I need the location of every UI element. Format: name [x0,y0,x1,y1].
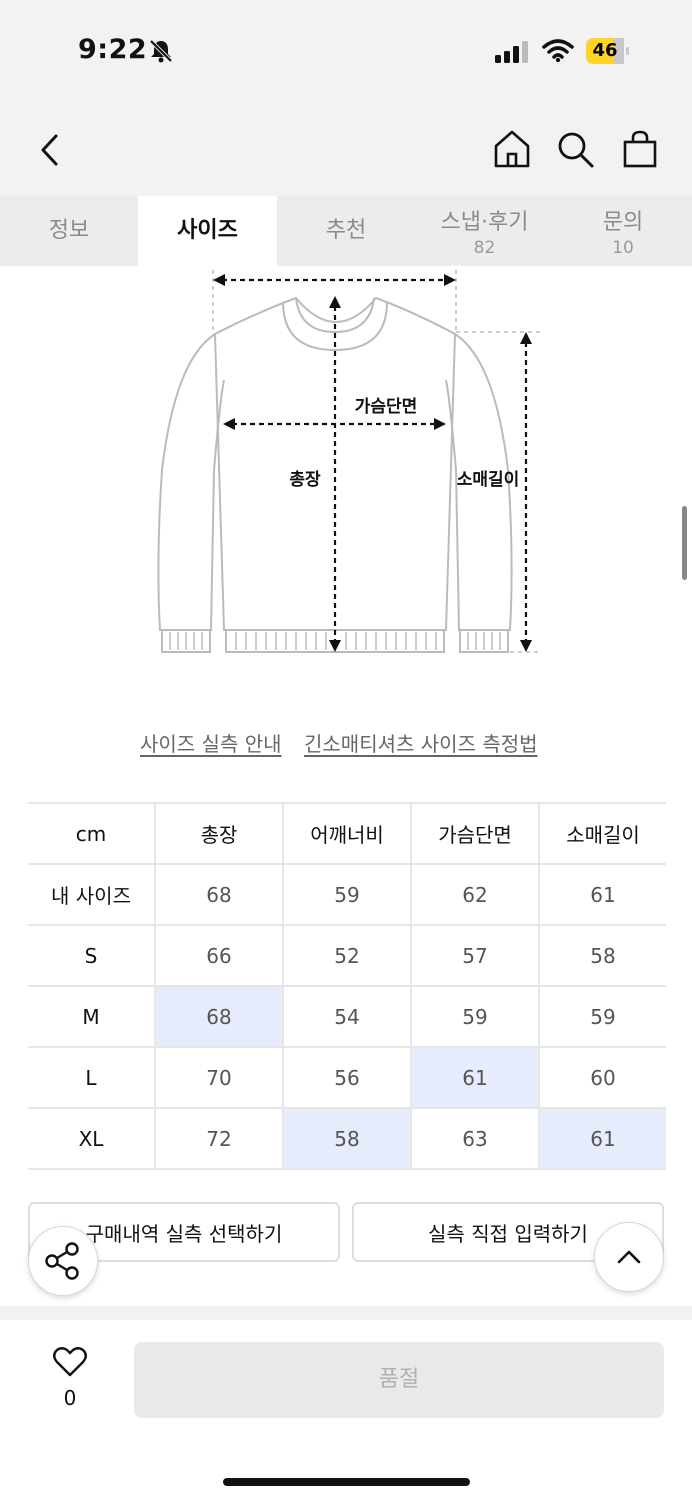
measure-method-link[interactable]: 긴소매티셔츠 사이즈 측정법 [304,728,538,757]
bell-slash-icon [149,39,173,63]
table-cell: 57 [411,925,540,987]
table-cell: 70 [155,1047,284,1109]
tab-label: 스냅·후기 [440,210,529,235]
heart-icon[interactable] [52,1346,88,1378]
table-cell: 62 [411,864,540,926]
shopping-bag-icon[interactable] [620,128,660,170]
sold-out-button[interactable]: 품절 [134,1342,664,1418]
table-cell: 61 [539,864,666,926]
tab-size[interactable]: 사이즈 [138,196,277,266]
sleeve-label: 소매길이 [457,470,520,490]
table-row: M 68 54 59 59 [28,986,666,1048]
row-label: M [28,986,156,1048]
back-icon[interactable] [36,132,64,168]
size-measurement-diagram: 가슴단면 총장 소매길이 [157,270,540,653]
table-cell: 52 [283,925,412,987]
tab-info[interactable]: 정보 [0,196,138,266]
cell-signal-icon [495,41,528,63]
table-cell: 59 [411,986,540,1048]
wifi-icon [542,39,574,63]
header-cell: 어깨너비 [283,802,412,865]
table-cell: 58 [539,925,666,987]
size-guide-link[interactable]: 사이즈 실측 안내 [140,728,282,757]
table-cell-highlighted: 58 [283,1108,412,1170]
tab-count: 10 [612,238,634,258]
table-cell-highlighted: 61 [411,1047,540,1109]
header-cell: 가슴단면 [411,802,540,865]
table-cell: 68 [155,864,284,926]
like-count: 0 [63,1386,77,1410]
length-label: 총장 [289,470,321,490]
table-row: 내 사이즈 68 59 62 61 [28,864,666,926]
header-cell: 소매길이 [539,802,666,865]
table-cell-highlighted: 61 [539,1108,666,1170]
table-row: L 70 56 61 60 [28,1047,666,1109]
table-cell-highlighted: 68 [155,986,284,1048]
home-indicator [223,1478,470,1486]
chevron-up-icon [617,1250,641,1264]
table-cell: 63 [411,1108,540,1170]
row-label: 내 사이즈 [28,864,156,926]
table-cell: 72 [155,1108,284,1170]
tab-count: 82 [473,238,496,258]
search-icon[interactable] [556,130,596,170]
table-header-row: cm 총장 어깨너비 가슴단면 소매길이 [28,802,666,865]
section-divider [0,1306,692,1320]
chest-label: 가슴단면 [355,397,418,417]
table-cell: 59 [283,864,412,926]
header-cell: 총장 [155,802,284,865]
tab-label: 추천 [325,218,367,243]
tab-label: 정보 [48,218,90,243]
table-cell: 56 [283,1047,412,1109]
table-row: S 66 52 57 58 [28,925,666,987]
header-cell: cm [28,802,156,865]
table-cell: 66 [155,925,284,987]
tab-label: 문의 [602,210,644,235]
tab-label: 사이즈 [177,218,238,243]
row-label: L [28,1047,156,1109]
table-cell: 60 [539,1047,666,1109]
tab-inquiry[interactable]: 문의 10 [554,196,692,266]
size-table: cm 총장 어깨너비 가슴단면 소매길이 내 사이즈 68 59 62 61 S… [28,802,666,1170]
status-time: 9:22 [78,34,148,65]
table-cell: 54 [283,986,412,1048]
share-button[interactable] [28,1226,98,1296]
tab-recommend[interactable]: 추천 [277,196,415,266]
tab-snap-review[interactable]: 스냅·후기 82 [415,196,554,266]
battery-level: 46 [592,40,618,61]
row-label: S [28,925,156,987]
scroll-to-top-button[interactable] [594,1222,664,1292]
table-cell: 59 [539,986,666,1048]
scrollbar[interactable] [682,506,687,580]
home-icon[interactable] [492,128,532,170]
share-icon [45,1242,79,1280]
table-row: XL 72 58 63 61 [28,1108,666,1170]
row-label: XL [28,1108,156,1170]
